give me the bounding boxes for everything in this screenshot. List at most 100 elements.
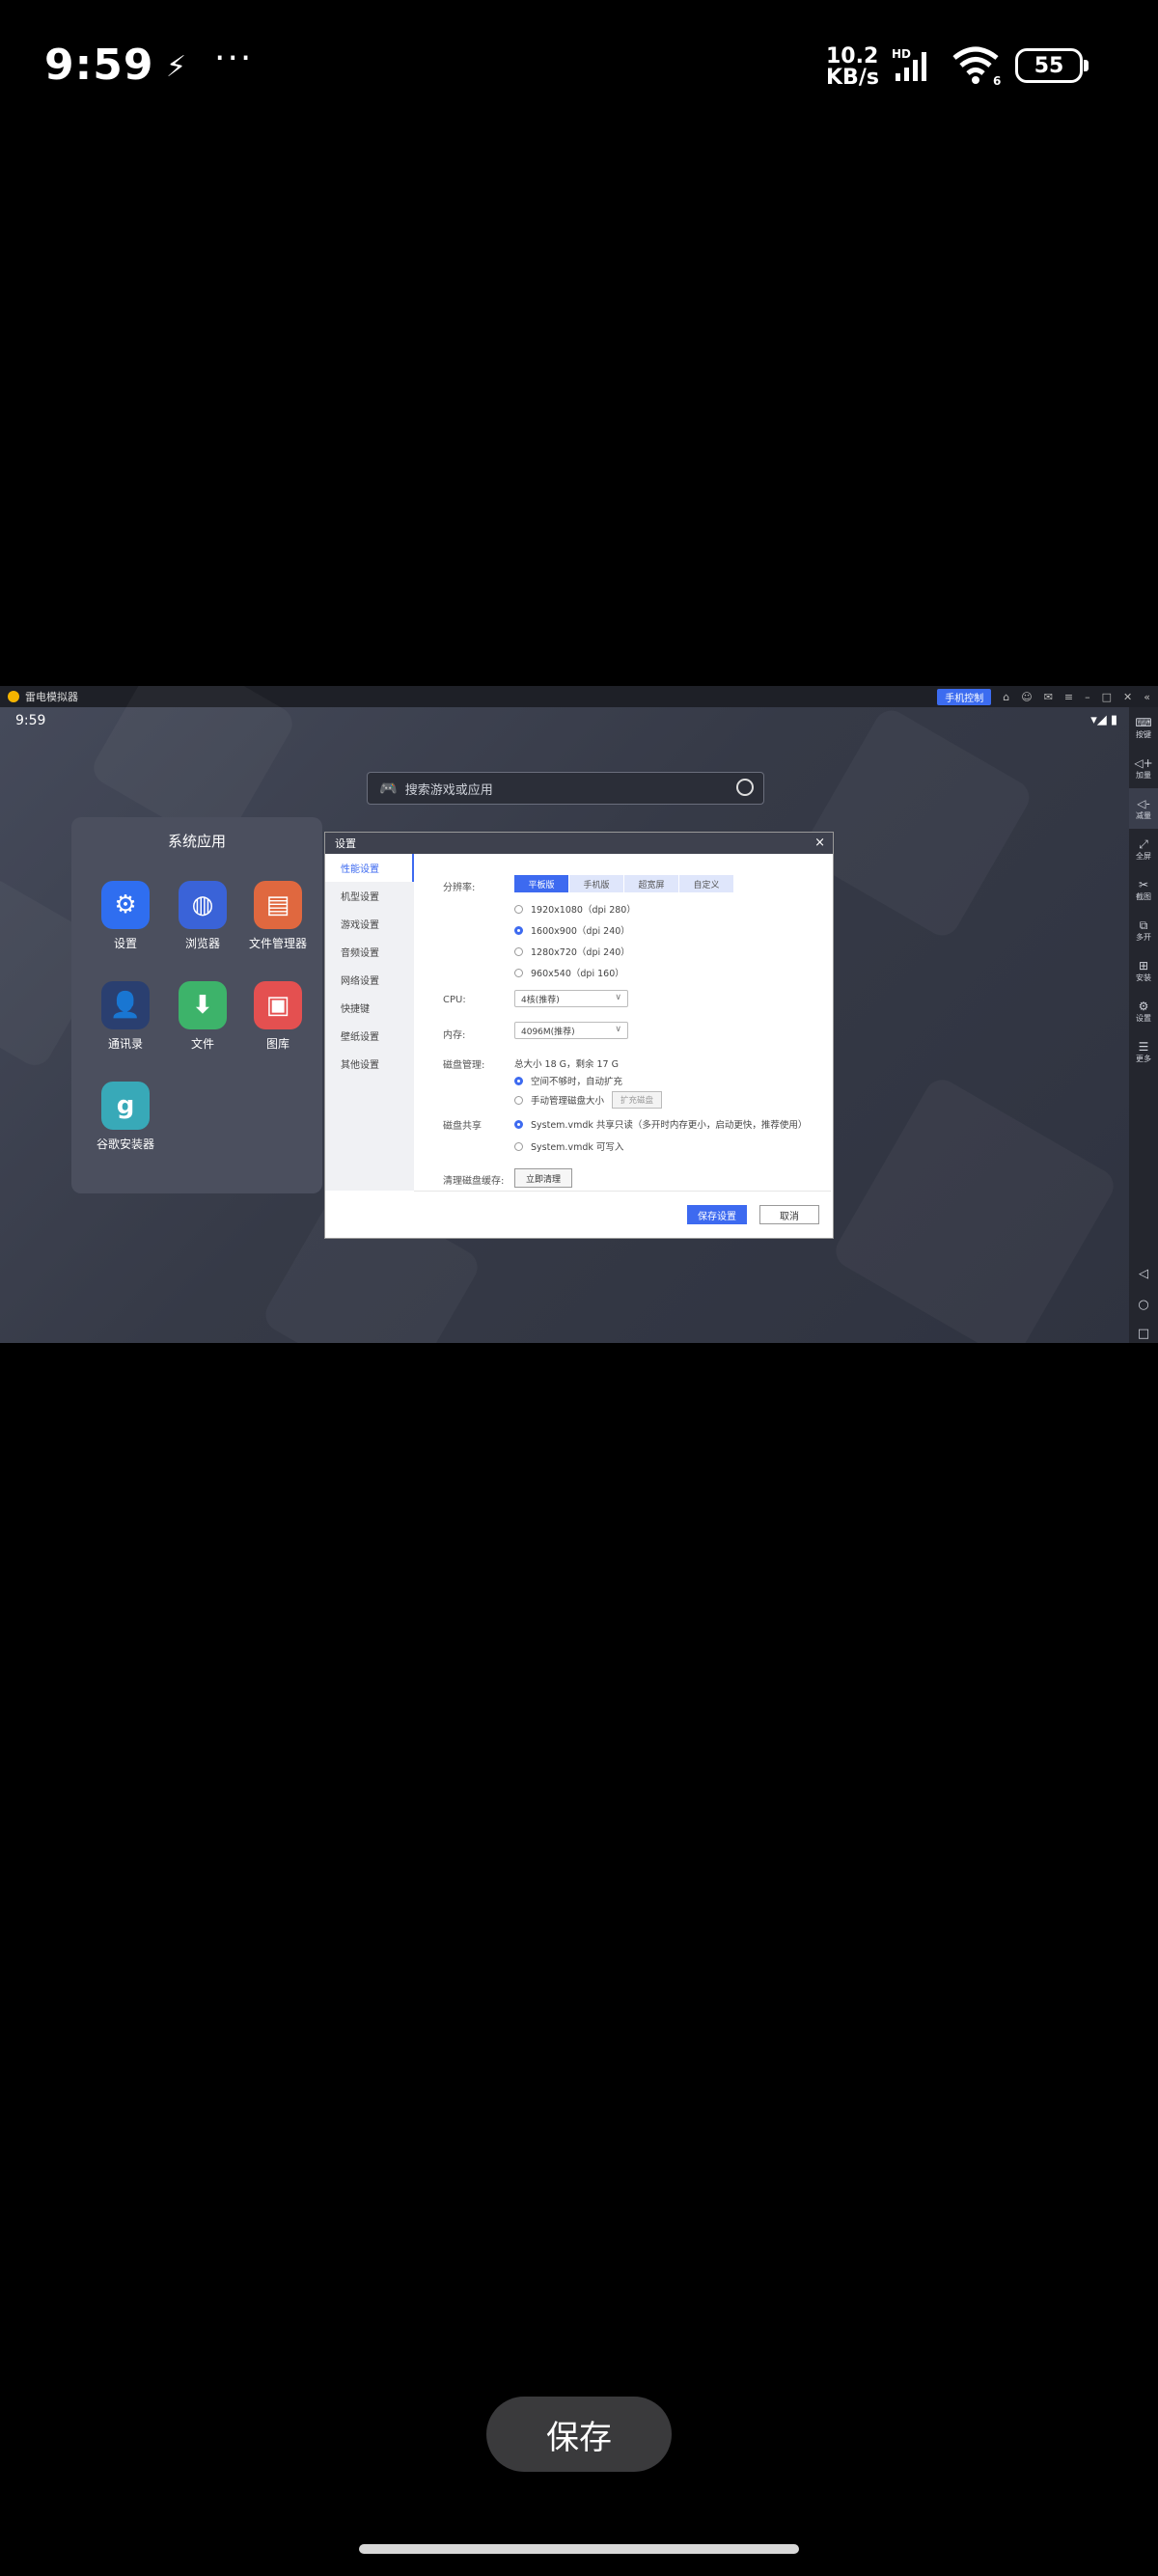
back-nav-icon[interactable]: ◁ [1129, 1267, 1158, 1281]
toolbar-keyboard-button[interactable]: ⌨ 按键 [1129, 707, 1158, 748]
home-nav-icon[interactable]: ○ [1129, 1298, 1158, 1312]
gamepad-icon[interactable]: ⌂ [1003, 691, 1009, 703]
app-globe[interactable]: ◍ 浏览器 [164, 881, 241, 951]
settings-sidebar: 性能设置 机型设置 游戏设置 音频设置 网络设置 快捷键 壁纸设置 其他设置 [325, 854, 414, 1191]
sidebar-item[interactable]: 网络设置 [325, 966, 414, 994]
emulator-title: 雷电模拟器 [25, 691, 78, 703]
resolution-option[interactable]: 1600x900（dpi 240） [514, 923, 630, 937]
sidebar-item[interactable]: 性能设置 [325, 854, 414, 882]
toolbar-more-button[interactable]: ☰ 更多 [1129, 1031, 1158, 1072]
globe-icon: ◍ [179, 881, 227, 929]
maximize-icon[interactable]: □ [1102, 691, 1112, 703]
sidebar-item[interactable]: 壁纸设置 [325, 1022, 414, 1050]
disk-auto-expand-option[interactable]: 空间不够时，自动扩充 [514, 1074, 622, 1087]
emulator-window: 雷电模拟器 手机控制 ⌂ ☺ ✉ ≡ – □ ✕ « 9:59 ▾◢ ▮ 🎮 搜… [0, 686, 1158, 1343]
dialog-title: 设置 [335, 837, 356, 850]
radio-unchecked[interactable] [514, 1095, 523, 1105]
search-icon[interactable] [736, 779, 754, 796]
resolution-tab[interactable]: 超宽屏 [624, 875, 679, 892]
resolution-option[interactable]: 960x540（dpi 160） [514, 966, 624, 979]
share-readonly-label: System.vmdk 共享只读（多开时内存更小，启动更快，推荐使用） [531, 1120, 808, 1131]
emulator-logo-icon [8, 691, 19, 702]
mail-icon[interactable]: ✉ [1044, 691, 1053, 703]
titlebar-controls: 手机控制 ⌂ ☺ ✉ ≡ – □ ✕ « [937, 686, 1150, 707]
expand-disk-button[interactable]: 扩充磁盘 [612, 1091, 663, 1109]
cancel-button[interactable]: 取消 [759, 1205, 819, 1224]
toolbar-label: 减量 [1136, 810, 1151, 820]
toolbar-tools: ⌨ 按键 ◁+ 加量 ◁- 减量 ⤢ 全屏 ✂ 截图 ⧉ 多开 ⊞ 安装 ⚙ 设置 ☰ 更多 [1129, 707, 1158, 1072]
app-download[interactable]: ⬇ 文件 [164, 981, 241, 1052]
cpu-select[interactable]: 4核(推荐) ∨ [514, 990, 628, 1007]
apk-icon: ⊞ [1138, 958, 1149, 973]
radio-unchecked[interactable] [514, 904, 523, 914]
radio-unchecked[interactable] [514, 946, 523, 956]
toolbar-fullscreen-button[interactable]: ⤢ 全屏 [1129, 829, 1158, 869]
toolbar-volume-down-button[interactable]: ◁- 减量 [1129, 788, 1158, 829]
image-icon: ▣ [254, 981, 302, 1029]
dialog-close-icon[interactable]: × [814, 836, 825, 850]
network-speed-value: 10.2 [826, 44, 879, 69]
share-writable-option[interactable]: System.vmdk 可写入 [514, 1139, 623, 1153]
download-icon: ⬇ [179, 981, 227, 1029]
resolution-label: 960x540（dpi 160） [531, 969, 624, 979]
avatar-icon[interactable]: ☺ [1021, 691, 1032, 703]
disk-share-label: 磁盘共享 [443, 1121, 482, 1132]
resolution-option[interactable]: 1280x720（dpi 240） [514, 945, 630, 958]
app-contact[interactable]: 👤 通讯录 [87, 981, 164, 1052]
toolbar-apk-button[interactable]: ⊞ 安装 [1129, 950, 1158, 991]
android-screen: 9:59 ▾◢ ▮ 🎮 搜索游戏或应用 系统应用 ⚙ 设置 ◍ 浏览器 ▤ 文件管理器 👤 通… [0, 686, 1129, 1343]
memory-value: 4096M(推荐) [521, 1027, 575, 1037]
disk-manual-option[interactable]: 手动管理磁盘大小 扩充磁盘 [514, 1091, 663, 1109]
clean-cache-label: 清理磁盘缓存: [443, 1176, 505, 1187]
radio-checked[interactable] [514, 1076, 523, 1085]
radio-checked[interactable] [514, 925, 523, 935]
app-image[interactable]: ▣ 图库 [239, 981, 317, 1052]
radio-checked[interactable] [514, 1119, 523, 1129]
wifi-icon: 6 [952, 46, 1001, 87]
close-icon[interactable]: ✕ [1123, 691, 1132, 703]
menu-icon[interactable]: ≡ [1064, 691, 1073, 703]
sidebar-item[interactable]: 其他设置 [325, 1050, 414, 1078]
resolution-tab[interactable]: 自定义 [679, 875, 734, 892]
settings-icon: ⚙ [1138, 999, 1149, 1013]
network-speed: 10.2 KB/s [826, 46, 879, 89]
app-gear[interactable]: ⚙ 设置 [87, 881, 164, 951]
resolution-tab[interactable]: 平板版 [514, 875, 569, 892]
more-icon: ☰ [1138, 1039, 1149, 1054]
radio-unchecked[interactable] [514, 968, 523, 977]
battery-icon: 55 [1015, 48, 1089, 83]
app-google-installer[interactable]: g 谷歌安装器 [87, 1082, 164, 1152]
toolbar-scissors-button[interactable]: ✂ 截图 [1129, 869, 1158, 910]
recents-nav-icon[interactable]: □ [1129, 1327, 1158, 1341]
save-button[interactable]: 保存 [486, 2397, 672, 2472]
app-label: 谷歌安装器 [96, 1137, 154, 1151]
disk-auto-expand-label: 空间不够时，自动扩充 [531, 1077, 623, 1087]
memory-select[interactable]: 4096M(推荐) ∨ [514, 1022, 628, 1039]
keyboard-icon: ⌨ [1135, 715, 1152, 729]
disk-info: 总大小 18 G，剩余 17 G [514, 1059, 619, 1070]
sidebar-item[interactable]: 音频设置 [325, 938, 414, 966]
search-placeholder: 搜索游戏或应用 [404, 782, 493, 798]
minimize-icon[interactable]: – [1085, 691, 1090, 703]
android-time: 9:59 [15, 713, 46, 728]
save-settings-button[interactable]: 保存设置 [687, 1205, 747, 1224]
sidebar-item[interactable]: 机型设置 [325, 882, 414, 910]
sidebar-item[interactable]: 游戏设置 [325, 910, 414, 938]
radio-unchecked[interactable] [514, 1141, 523, 1151]
sidebar-item[interactable]: 快捷键 [325, 994, 414, 1022]
toolbar-settings-button[interactable]: ⚙ 设置 [1129, 991, 1158, 1031]
toolbar-volume-up-button[interactable]: ◁+ 加量 [1129, 748, 1158, 788]
home-indicator[interactable] [359, 2544, 799, 2554]
toolbar-multi-instance-button[interactable]: ⧉ 多开 [1129, 910, 1158, 950]
collapse-icon[interactable]: « [1144, 691, 1150, 703]
phone-status-bar: 9:59 ⚡ ··· 10.2 KB/s HD 6 55 [0, 0, 1158, 135]
clean-now-button[interactable]: 立即清理 [514, 1168, 572, 1188]
scissors-icon: ✂ [1138, 877, 1149, 891]
share-readonly-option[interactable]: System.vmdk 共享只读（多开时内存更小，启动更快，推荐使用） [514, 1117, 807, 1131]
resolution-tab[interactable]: 手机版 [569, 875, 624, 892]
resolution-option[interactable]: 1920x1080（dpi 280） [514, 902, 636, 916]
app-folder[interactable]: ▤ 文件管理器 [239, 881, 317, 951]
phone-control-button[interactable]: 手机控制 [937, 688, 992, 705]
search-bar[interactable]: 🎮 搜索游戏或应用 [367, 772, 764, 805]
signal-icon: HD [892, 47, 926, 81]
